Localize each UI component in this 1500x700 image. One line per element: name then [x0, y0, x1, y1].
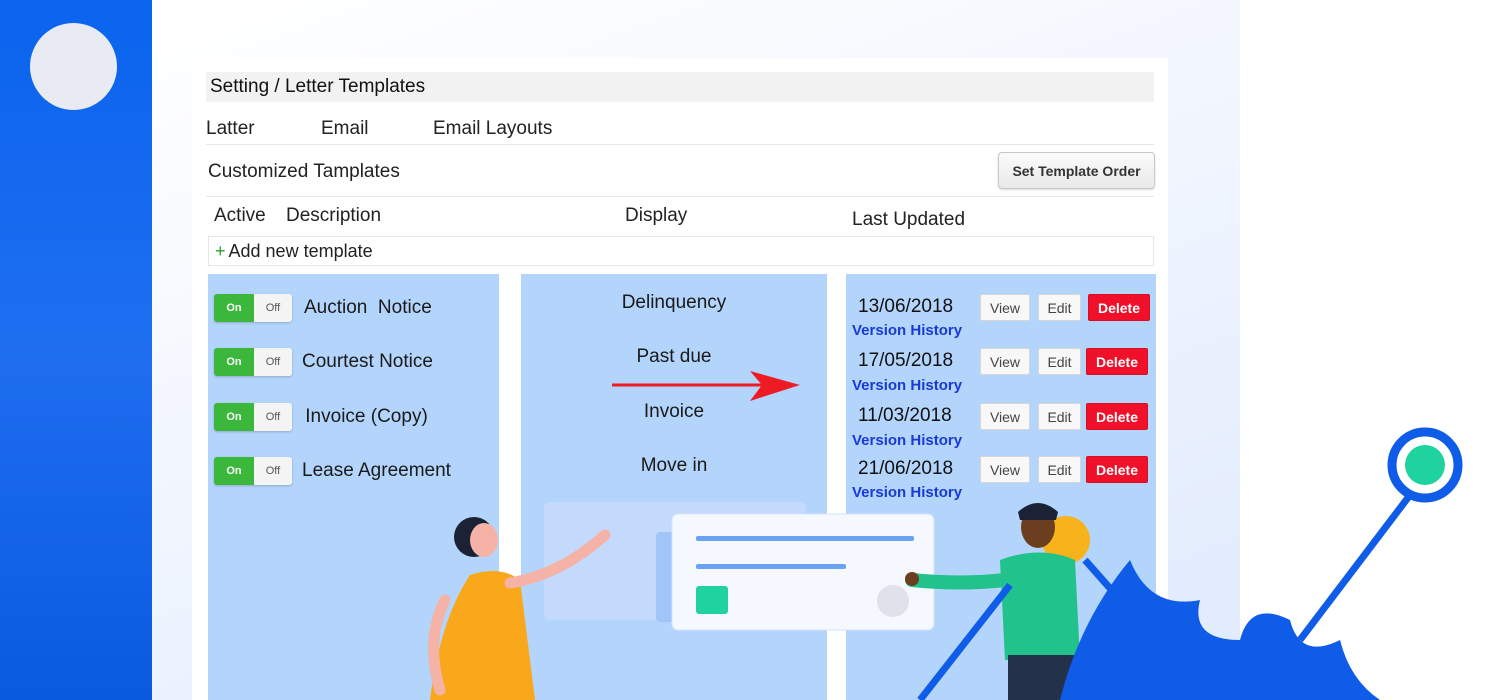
display-type: Delinquency — [621, 292, 727, 313]
toggle-off[interactable]: Off — [254, 403, 292, 431]
column-header-display: Display — [625, 205, 688, 226]
last-updated-date: 13/06/2018 — [858, 296, 954, 317]
display-type: Past due — [636, 346, 712, 367]
red-arrow-icon — [612, 371, 800, 401]
tab-latter[interactable]: Latter — [206, 118, 255, 140]
plus-icon: + — [215, 241, 226, 261]
toggle-off[interactable]: Off — [254, 457, 292, 485]
version-history-link[interactable]: Version History — [852, 322, 962, 339]
tab-email[interactable]: Email — [321, 118, 369, 140]
node-icon — [1387, 427, 1463, 503]
toggle-on[interactable]: On — [214, 403, 254, 431]
delete-button[interactable]: Delete — [1086, 456, 1148, 483]
last-updated-date: 11/03/2018 — [858, 405, 952, 426]
divider — [206, 196, 1154, 197]
view-button[interactable]: View — [980, 403, 1030, 430]
last-updated-date: 17/05/2018 — [858, 350, 954, 371]
section-title: Customized Tamplates — [208, 161, 400, 182]
last-updated-date: 21/06/2018 — [858, 458, 954, 479]
column-header-last-updated: Last Updated — [852, 209, 966, 230]
table-row: On Off Lease Agreement — [208, 451, 499, 491]
edit-button[interactable]: Edit — [1038, 348, 1081, 375]
tab-email-layouts[interactable]: Email Layouts — [433, 118, 552, 140]
left-brand-stripe — [0, 0, 152, 700]
view-button[interactable]: View — [980, 456, 1030, 483]
template-name: Courtest Notice — [302, 351, 433, 372]
decorative-line — [1297, 492, 1413, 643]
template-name: Lease Agreement — [302, 460, 451, 481]
breadcrumb: Setting / Letter Templates — [206, 72, 1154, 102]
edit-button[interactable]: Edit — [1038, 456, 1081, 483]
toggle-on[interactable]: On — [214, 348, 254, 376]
version-history-link[interactable]: Version History — [852, 484, 962, 501]
column-header-description: Description — [286, 205, 382, 226]
template-name: Invoice (Copy) — [300, 406, 428, 427]
table-row: On Off Courtest Notice — [208, 342, 499, 382]
templates-name-column: On Off Auction Notice On Off Courtest No… — [208, 274, 499, 700]
view-button[interactable]: View — [980, 294, 1030, 321]
toggle-off[interactable]: Off — [254, 348, 292, 376]
active-toggle[interactable]: On Off — [214, 457, 292, 485]
column-header-active: Active — [214, 205, 266, 226]
toggle-on[interactable]: On — [214, 457, 254, 485]
templates-updated-column: 13/06/2018 View Edit Delete Version Hist… — [846, 274, 1156, 700]
view-button[interactable]: View — [980, 348, 1030, 375]
active-toggle[interactable]: On Off — [214, 403, 292, 431]
delete-button[interactable]: Delete — [1086, 348, 1148, 375]
divider — [206, 144, 1154, 145]
template-name: Auction Notice — [304, 297, 432, 318]
templates-display-column: Delinquency Past due Invoice Move in — [521, 274, 827, 700]
table-row: On Off Invoice (Copy) — [208, 397, 499, 437]
delete-button[interactable]: Delete — [1088, 294, 1150, 321]
delete-button[interactable]: Delete — [1086, 403, 1148, 430]
node-core — [1405, 445, 1445, 485]
display-type: Move in — [640, 455, 708, 476]
add-new-template-link[interactable]: + Add new template — [208, 236, 1154, 266]
set-template-order-button[interactable]: Set Template Order — [998, 152, 1155, 189]
edit-button[interactable]: Edit — [1038, 294, 1081, 321]
toggle-on[interactable]: On — [214, 294, 254, 322]
edit-button[interactable]: Edit — [1038, 403, 1081, 430]
decorative-circle — [30, 23, 117, 110]
table-row: On Off Auction Notice — [208, 288, 499, 328]
add-new-template-label: Add new template — [228, 241, 373, 261]
active-toggle[interactable]: On Off — [214, 348, 292, 376]
version-history-link[interactable]: Version History — [852, 432, 962, 449]
active-toggle[interactable]: On Off — [214, 294, 292, 322]
toggle-off[interactable]: Off — [254, 294, 292, 322]
version-history-link[interactable]: Version History — [852, 377, 962, 394]
